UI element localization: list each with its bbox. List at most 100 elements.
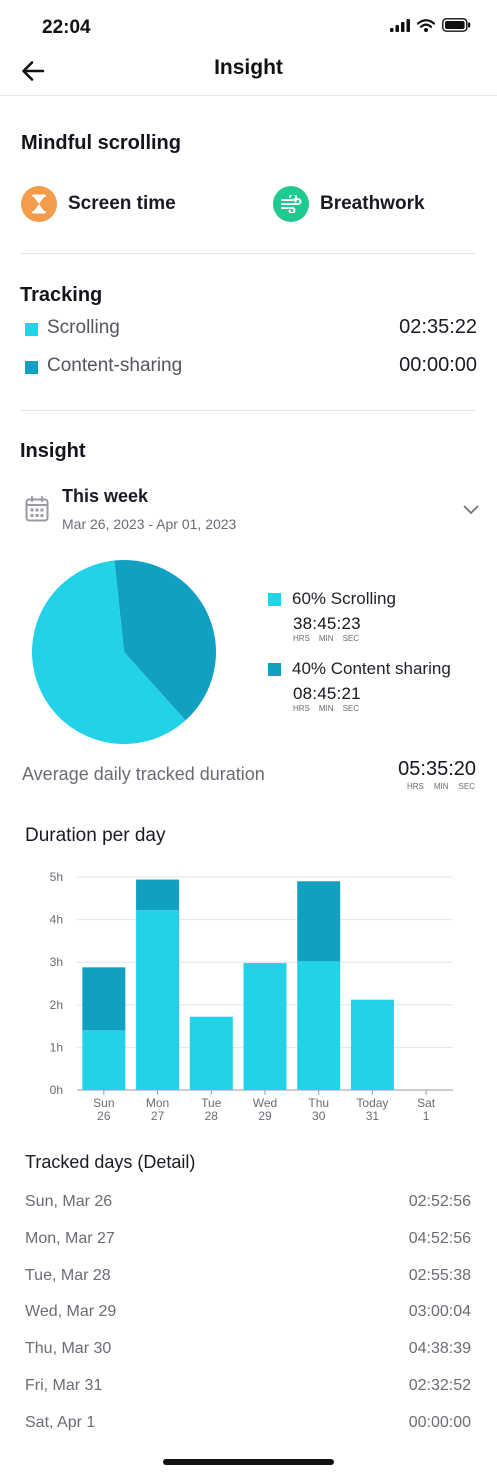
- detail-time: 02:32:52: [408, 1377, 471, 1394]
- y-tick-label: 1h: [50, 1040, 63, 1054]
- breathwork-label: Breathwork: [320, 193, 425, 214]
- bar-segment: [82, 967, 126, 1031]
- status-time: 22:04: [42, 17, 91, 38]
- x-tick-label: 31: [366, 1109, 380, 1123]
- x-tick-label: 30: [312, 1109, 326, 1123]
- page-title: Insight: [214, 56, 283, 79]
- breathwork-button[interactable]: Breathwork: [273, 186, 425, 222]
- tracking-value: 00:00:00: [399, 354, 477, 376]
- content-sharing-swatch: [25, 361, 38, 374]
- average-value: 05:35:20: [398, 758, 476, 780]
- legend-swatch: [268, 663, 281, 676]
- legend-swatch: [268, 593, 281, 606]
- legend-label: 60% Scrolling: [292, 589, 396, 608]
- detail-time: 02:52:56: [408, 1193, 471, 1210]
- detail-day: Sat, Apr 1: [25, 1413, 96, 1431]
- home-indicator: [163, 1459, 334, 1465]
- time-units: HRS MIN SEC: [407, 782, 475, 791]
- tracking-label: Scrolling: [47, 317, 120, 338]
- detail-row: Tue, Mar 28 02:55:38: [25, 1267, 471, 1291]
- detail-day: Wed, Mar 29: [25, 1303, 117, 1321]
- calendar-icon: [25, 496, 49, 522]
- x-tick-label: Wed: [253, 1096, 277, 1110]
- week-range: Mar 26, 2023 - Apr 01, 2023: [62, 516, 237, 532]
- screen-time-label: Screen time: [68, 193, 176, 214]
- detail-time: 03:00:04: [408, 1303, 471, 1321]
- bar-segment: [297, 961, 341, 1090]
- unit-sec: SEC: [342, 704, 360, 713]
- unit-min: MIN: [433, 782, 449, 791]
- x-tick-label: Thu: [308, 1096, 329, 1110]
- unit-hrs: HRS: [293, 634, 310, 643]
- legend-time: 08:45:21: [293, 684, 361, 703]
- hourglass-icon: [21, 186, 57, 222]
- x-tick-label: Sun: [93, 1096, 114, 1110]
- tracking-section-title: Tracking: [20, 284, 103, 306]
- chart-title: Duration per day: [25, 825, 166, 846]
- x-tick-label: 28: [205, 1109, 219, 1123]
- x-tick-label: 29: [258, 1109, 272, 1123]
- chevron-down-icon: [463, 505, 479, 514]
- signal-icon: [390, 18, 410, 32]
- detail-time: 04:52:56: [408, 1229, 471, 1247]
- detail-title: Tracked days (Detail): [25, 1152, 196, 1172]
- detail-day: Mon, Mar 27: [25, 1229, 115, 1247]
- x-tick-label: 27: [151, 1109, 165, 1123]
- x-tick-label: Tue: [201, 1096, 222, 1110]
- bar-segment: [350, 999, 394, 1090]
- week-title: This week: [62, 486, 149, 506]
- detail-time: 02:55:38: [408, 1266, 471, 1284]
- time-units: HRS MIN SEC: [293, 634, 359, 643]
- bar-segment: [189, 1016, 233, 1090]
- x-tick-label: Sat: [417, 1096, 436, 1110]
- status-bar: 22:04: [0, 0, 497, 50]
- time-units: HRS MIN SEC: [293, 704, 359, 713]
- duration-bar-chart: 0h 1h 2h 3h 4h 5h Sun26 Mon27 Tue28 Wed29 Thu30 Tod…: [50, 870, 453, 1123]
- detail-row: Sun, Mar 26 02:52:56: [25, 1193, 471, 1217]
- unit-hrs: HRS: [406, 782, 424, 791]
- tracking-value: 02:35:22: [399, 316, 477, 338]
- unit-min: MIN: [318, 634, 334, 643]
- y-tick-label: 3h: [50, 955, 63, 969]
- detail-row: Thu, Mar 30 04:38:39: [25, 1340, 471, 1364]
- header: Insight: [0, 46, 497, 96]
- battery-icon: [442, 18, 471, 32]
- divider: [20, 410, 476, 411]
- detail-day: Sun, Mar 26: [25, 1193, 113, 1210]
- x-tick-label: 26: [97, 1109, 111, 1123]
- bar-segment: [82, 1030, 126, 1090]
- x-tick-label: Today: [356, 1096, 388, 1110]
- screen-time-button[interactable]: Screen time: [21, 186, 176, 222]
- detail-row: Mon, Mar 27 04:52:56: [25, 1230, 471, 1254]
- pie-chart: [32, 560, 216, 744]
- x-tick-label: Mon: [146, 1096, 169, 1110]
- mindful-section-title: Mindful scrolling: [21, 132, 181, 154]
- detail-row: Fri, Mar 31 02:32:52: [25, 1377, 471, 1401]
- unit-hrs: HRS: [293, 704, 310, 713]
- week-selector[interactable]: This week Mar 26, 2023 - Apr 01, 2023: [20, 482, 482, 538]
- insight-section-title: Insight: [20, 440, 86, 462]
- x-tick-label: 1: [423, 1109, 430, 1123]
- bar-segment: [136, 910, 180, 1090]
- divider: [20, 253, 476, 254]
- legend-time: 38:45:23: [293, 614, 361, 633]
- average-label: Average daily tracked duration: [22, 764, 265, 784]
- detail-time: 00:00:00: [408, 1413, 471, 1431]
- detail-row: Sat, Apr 1 00:00:00: [25, 1414, 471, 1438]
- wifi-icon: [417, 18, 435, 32]
- bar-segment: [243, 963, 287, 1090]
- detail-day: Tue, Mar 28: [25, 1266, 111, 1284]
- scrolling-swatch: [25, 323, 38, 336]
- detail-day: Thu, Mar 30: [25, 1340, 112, 1358]
- bar-segment: [136, 879, 180, 911]
- detail-row: Wed, Mar 29 03:00:04: [25, 1303, 471, 1327]
- bar-segment: [297, 881, 341, 962]
- y-tick-label: 5h: [50, 870, 63, 884]
- detail-time: 04:38:39: [408, 1340, 471, 1358]
- y-tick-label: 2h: [50, 998, 63, 1012]
- status-icons: [390, 18, 471, 32]
- legend-label: 40% Content sharing: [292, 659, 451, 678]
- unit-sec: SEC: [458, 782, 475, 791]
- tracking-label: Content-sharing: [47, 355, 183, 376]
- y-tick-label: 0h: [50, 1083, 63, 1097]
